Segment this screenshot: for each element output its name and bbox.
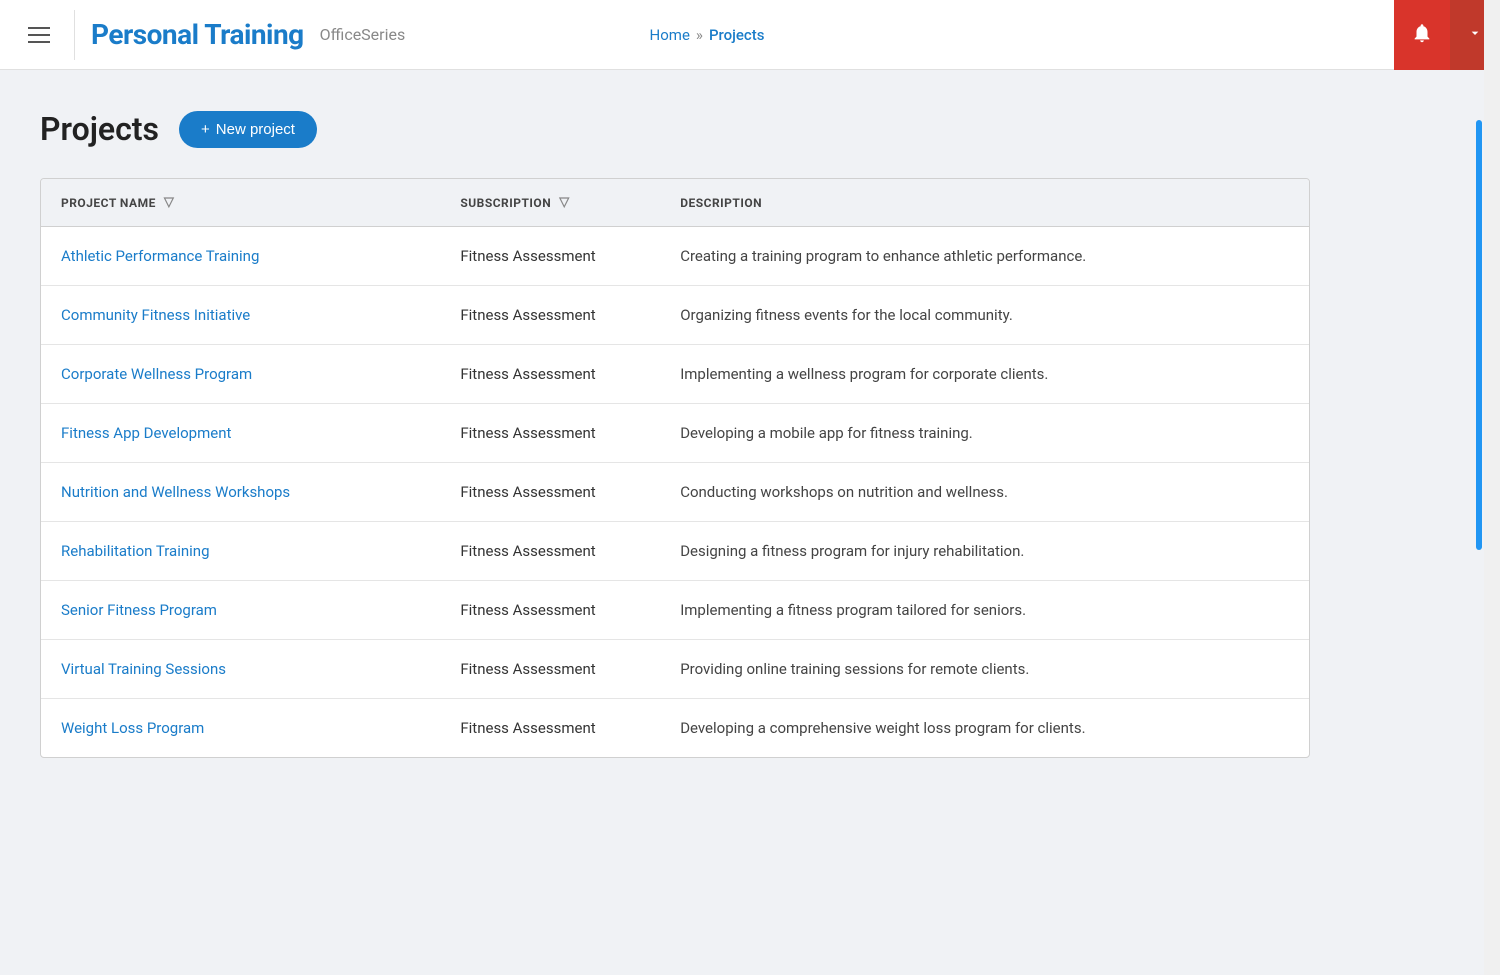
project-name-cell[interactable]: Corporate Wellness Program xyxy=(41,345,440,404)
scrollbar-thumb[interactable] xyxy=(1476,120,1482,550)
subscription-cell: Fitness Assessment xyxy=(440,404,660,463)
table-row: Corporate Wellness ProgramFitness Assess… xyxy=(41,345,1309,404)
page-title: Projects xyxy=(40,110,159,148)
subscription-cell: Fitness Assessment xyxy=(440,463,660,522)
table-row: Athletic Performance TrainingFitness Ass… xyxy=(41,227,1309,286)
col-header-subscription: SUBSCRIPTION ▽ xyxy=(440,179,660,227)
subscription-cell: Fitness Assessment xyxy=(440,640,660,699)
subscription-cell: Fitness Assessment xyxy=(440,227,660,286)
description-cell: Developing a mobile app for fitness trai… xyxy=(660,404,1309,463)
plus-icon: + xyxy=(201,121,210,138)
description-cell: Implementing a fitness program tailored … xyxy=(660,581,1309,640)
description-cell: Providing online training sessions for r… xyxy=(660,640,1309,699)
table-header-row: PROJECT NAME ▽ SUBSCRIPTION ▽ DESCRIPTIO… xyxy=(41,179,1309,227)
chevron-down-icon xyxy=(1467,25,1483,44)
subscription-cell: Fitness Assessment xyxy=(440,522,660,581)
subscription-cell: Fitness Assessment xyxy=(440,581,660,640)
nav-current: Projects xyxy=(709,26,765,44)
scrollbar-track[interactable] xyxy=(1484,0,1500,975)
description-cell: Creating a training program to enhance a… xyxy=(660,227,1309,286)
col-header-project-name: PROJECT NAME ▽ xyxy=(41,179,440,227)
hamburger-menu[interactable] xyxy=(20,19,58,51)
notifications-button[interactable] xyxy=(1394,0,1450,70)
filter-project-name-icon[interactable]: ▽ xyxy=(164,195,175,210)
subscription-cell: Fitness Assessment xyxy=(440,345,660,404)
table-row: Community Fitness InitiativeFitness Asse… xyxy=(41,286,1309,345)
table-row: Rehabilitation TrainingFitness Assessmen… xyxy=(41,522,1309,581)
project-name-cell[interactable]: Rehabilitation Training xyxy=(41,522,440,581)
projects-table: PROJECT NAME ▽ SUBSCRIPTION ▽ DESCRIPTIO… xyxy=(41,179,1309,757)
header-left: Personal Training OfficeSeries xyxy=(0,10,650,60)
app-header: Personal Training OfficeSeries Home » Pr… xyxy=(0,0,1500,70)
project-name-cell[interactable]: Community Fitness Initiative xyxy=(41,286,440,345)
main-content: Projects + New project PROJECT NAME ▽ xyxy=(0,70,1500,798)
project-name-cell[interactable]: Senior Fitness Program xyxy=(41,581,440,640)
breadcrumb: Home » Projects xyxy=(650,26,765,44)
description-cell: Implementing a wellness program for corp… xyxy=(660,345,1309,404)
bell-icon xyxy=(1411,22,1433,47)
nav-home-link[interactable]: Home xyxy=(650,26,690,44)
col-header-description: DESCRIPTION xyxy=(660,179,1309,227)
table-row: Fitness App DevelopmentFitness Assessmen… xyxy=(41,404,1309,463)
table-row: Weight Loss ProgramFitness AssessmentDev… xyxy=(41,699,1309,758)
description-cell: Developing a comprehensive weight loss p… xyxy=(660,699,1309,758)
nav-separator: » xyxy=(696,26,703,44)
project-name-cell[interactable]: Fitness App Development xyxy=(41,404,440,463)
subscription-cell: Fitness Assessment xyxy=(440,286,660,345)
projects-table-container: PROJECT NAME ▽ SUBSCRIPTION ▽ DESCRIPTIO… xyxy=(40,178,1310,758)
table-row: Nutrition and Wellness WorkshopsFitness … xyxy=(41,463,1309,522)
app-subtitle: OfficeSeries xyxy=(320,25,406,44)
table-row: Senior Fitness ProgramFitness Assessment… xyxy=(41,581,1309,640)
description-cell: Organizing fitness events for the local … xyxy=(660,286,1309,345)
app-title: Personal Training xyxy=(91,18,304,51)
page-header: Projects + New project xyxy=(40,110,1460,148)
new-project-label: New project xyxy=(216,121,295,138)
project-name-cell[interactable]: Virtual Training Sessions xyxy=(41,640,440,699)
new-project-button[interactable]: + New project xyxy=(179,111,317,148)
subscription-cell: Fitness Assessment xyxy=(440,699,660,758)
project-name-cell[interactable]: Athletic Performance Training xyxy=(41,227,440,286)
description-cell: Designing a fitness program for injury r… xyxy=(660,522,1309,581)
project-name-cell[interactable]: Weight Loss Program xyxy=(41,699,440,758)
header-divider xyxy=(74,10,75,60)
filter-subscription-icon[interactable]: ▽ xyxy=(559,195,570,210)
table-row: Virtual Training SessionsFitness Assessm… xyxy=(41,640,1309,699)
description-cell: Conducting workshops on nutrition and we… xyxy=(660,463,1309,522)
project-name-cell[interactable]: Nutrition and Wellness Workshops xyxy=(41,463,440,522)
